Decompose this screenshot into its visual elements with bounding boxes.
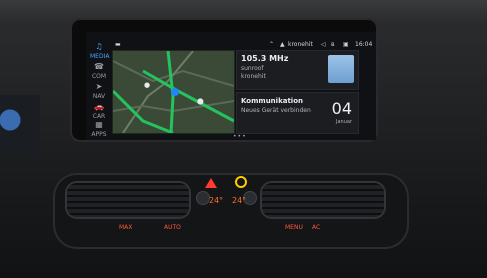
radio-status-icon: ▲ — [280, 41, 285, 48]
map-roads — [113, 51, 234, 133]
status-bar: ▬ ⌃ ▲ kronehit ◁ ʙ ▣ 16:04 — [111, 40, 376, 50]
warning-indicator — [235, 176, 247, 188]
camera-icon: ▣ — [343, 41, 349, 48]
menu-button[interactable]: MENU — [285, 224, 303, 234]
sidebar-item-label: CAR — [92, 113, 106, 120]
left-temp-knob[interactable] — [197, 192, 209, 204]
apps-grid-icon: ▦ — [95, 120, 103, 129]
poi-icon: ⬤ — [197, 98, 204, 105]
status-channel: kronehit — [288, 41, 313, 48]
temp-right: 24° — [232, 196, 247, 205]
music-note-icon: ♫ — [95, 42, 103, 51]
chevron-up-icon[interactable]: ⌃ — [269, 41, 274, 48]
station-artwork — [328, 55, 354, 83]
page-indicator: ••• — [233, 133, 247, 140]
navigation-map[interactable]: ● ⬤ — [112, 50, 235, 134]
sidebar-item-label: APPS — [91, 131, 107, 138]
sidebar-item-label: COM — [91, 73, 107, 80]
sidebar-item-label: MEDIA — [90, 53, 110, 60]
sidebar-item-com[interactable]: ☎ COM — [90, 62, 108, 80]
auto-button[interactable]: AUTO — [164, 224, 181, 234]
communication-card[interactable]: Kommunikation Neues Gerät verbinden 04 J… — [236, 92, 359, 134]
hazard-button[interactable] — [205, 178, 217, 188]
radio-provider: sunroof — [241, 65, 264, 72]
radio-station: kronehit — [241, 73, 266, 80]
sidebar-item-label: NAV — [92, 93, 106, 100]
sidebar-item-apps[interactable]: ▦ APPS — [90, 120, 108, 138]
ac-button[interactable]: AC — [312, 224, 320, 234]
menu-icon[interactable]: ▬ — [115, 41, 121, 48]
car-icon: 🚗 — [94, 102, 104, 111]
location-pin-icon: ● — [144, 81, 151, 89]
bluetooth-icon: ʙ — [331, 41, 335, 48]
date-month: Januar — [336, 119, 352, 125]
max-button[interactable]: MAX — [119, 224, 132, 234]
temp-left: 24° — [209, 196, 224, 205]
instrument-cluster — [0, 95, 40, 155]
phone-icon: ☎ — [94, 62, 104, 71]
communication-title: Kommunikation — [241, 97, 303, 105]
sidebar-item-nav[interactable]: ➤ NAV — [90, 82, 108, 100]
navigation-icon: ➤ — [95, 82, 103, 91]
communication-subtitle: Neues Gerät verbinden — [241, 107, 311, 114]
sidebar: ♫ MEDIA ☎ COM ➤ NAV 🚗 CAR ▦ APPS — [86, 40, 110, 140]
radio-card[interactable]: 105.3 MHz sunroof kronehit — [236, 50, 359, 90]
radio-frequency: 105.3 MHz — [241, 54, 289, 63]
sidebar-item-media[interactable]: ♫ MEDIA — [90, 42, 110, 60]
left-air-vent — [67, 183, 189, 217]
sidebar-item-car[interactable]: 🚗 CAR — [90, 102, 108, 120]
clock-time: 16:04 — [355, 41, 373, 48]
right-air-vent — [262, 183, 384, 217]
volume-icon: ◁ — [321, 41, 326, 48]
date-number: 04 — [331, 99, 352, 118]
